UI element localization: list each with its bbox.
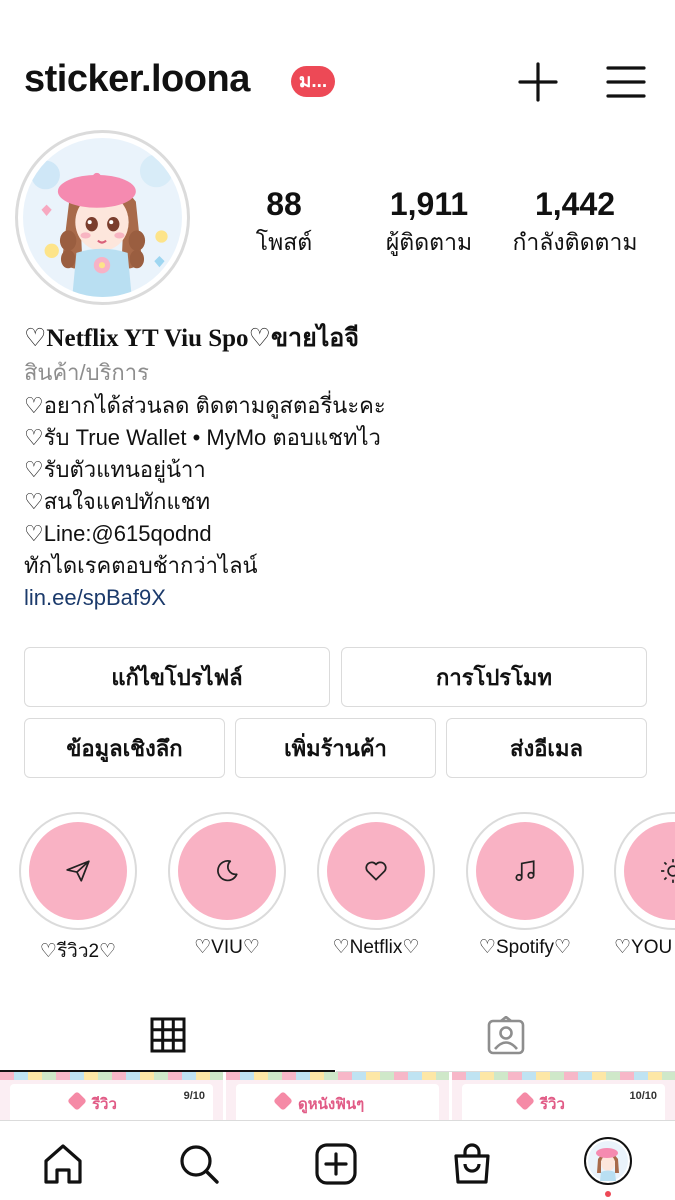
new-post-icon [315, 1143, 357, 1185]
music-note-icon [515, 860, 535, 882]
home-icon [44, 1144, 82, 1184]
highlight-cover [178, 822, 276, 920]
profile-header: sticker.loona ม... [0, 0, 675, 120]
highlight-ring [317, 812, 435, 930]
highlight-ring [19, 812, 137, 930]
bio-link[interactable]: lin.ee/spBaf9X [24, 582, 654, 614]
highlight-spotify[interactable]: ♡Spotify♡ [465, 812, 585, 959]
heart-icon [365, 861, 387, 881]
followers-count-label: ผู้ติดตาม [385, 229, 473, 255]
bio-line: ♡Line:@615qodnd [24, 521, 212, 546]
highlight-label: ♡Spotify♡ [478, 937, 572, 958]
following-count[interactable]: 1,442 กำลังติดตาม [505, 186, 645, 261]
highlight-cover [624, 822, 675, 920]
bio-line: ♡รับตัวแทนอยู่น้าา [24, 457, 206, 482]
profile-activity-dot [605, 1191, 611, 1197]
following-count-value: 1,442 [534, 186, 616, 222]
highlight-youtube[interactable]: ♡YOU [614, 812, 675, 959]
post-page-number: 9/10 [183, 1090, 205, 1102]
moon-icon [217, 860, 238, 882]
email-button[interactable]: ส่งอีเมล [446, 718, 647, 778]
highlight-ring [614, 812, 675, 930]
notification-badge[interactable]: ม... [291, 66, 335, 97]
post-decoration [226, 1072, 449, 1080]
highlight-viu[interactable]: ♡VIU♡ [167, 812, 287, 959]
bio-line: ♡รับ True Wallet • MyMo ตอบแชทไว [24, 425, 381, 450]
nav-shop[interactable] [449, 1141, 495, 1187]
sun-icon [661, 859, 675, 883]
highlight-label: ♡Netflix♡ [332, 937, 420, 958]
edit-profile-button[interactable]: แก้ไขโปรไฟล์ [24, 647, 330, 707]
bio-line: ทักไดเรคตอบช้ากว่าไลน์ [24, 553, 258, 578]
highlight-netflix[interactable]: ♡Netflix♡ [316, 812, 436, 959]
avatar-illustration [23, 138, 182, 297]
bottom-navigation [0, 1120, 675, 1200]
tagged-person-icon [487, 1015, 524, 1054]
post-decoration [452, 1072, 675, 1080]
post-thumbnail[interactable]: ดูหนังฟินๆ [226, 1072, 449, 1120]
highlight-review[interactable]: ♡รีวิว2♡ [18, 812, 138, 966]
hamburger-menu-icon[interactable] [606, 62, 646, 102]
nav-profile-avatar[interactable] [584, 1137, 632, 1185]
post-thumbnail[interactable]: รีวิว 9/10 [0, 1072, 223, 1120]
post-title: รีวิว [92, 1096, 117, 1113]
posts-count-label: โพสต์ [255, 229, 313, 255]
username-title[interactable]: sticker.loona [24, 58, 250, 101]
highlight-ring [466, 812, 584, 930]
post-thumbnail[interactable]: รีวิว 10/10 [452, 1072, 675, 1120]
highlight-ring [168, 812, 286, 930]
profile-avatar[interactable] [15, 130, 190, 305]
search-icon [180, 1145, 219, 1184]
highlight-label: ♡VIU♡ [194, 937, 260, 958]
post-decoration [0, 1072, 223, 1080]
nav-search[interactable] [176, 1141, 222, 1187]
post-page-number: 10/10 [629, 1090, 657, 1102]
nav-home[interactable] [40, 1141, 86, 1187]
add-shop-button[interactable]: เพิ่มร้านค้า [235, 718, 436, 778]
insights-button[interactable]: ข้อมูลเชิงลึก [24, 718, 225, 778]
tab-posts-grid[interactable] [0, 1000, 335, 1072]
highlight-cover [327, 822, 425, 920]
new-post-plus-icon[interactable] [518, 62, 558, 102]
posts-count-value: 88 [266, 186, 302, 222]
bio-line: ♡สนใจแคปทักแชท [24, 489, 211, 514]
followers-count-value: 1,911 [389, 186, 469, 222]
bio-line: ♡อยากได้ส่วนลด ติดตามดูสตอรี่นะคะ [24, 393, 386, 418]
posts-count[interactable]: 88 โพสต์ [244, 186, 324, 261]
shop-icon [454, 1143, 490, 1184]
grid-icon [150, 1017, 185, 1053]
nav-new-post[interactable] [313, 1141, 359, 1187]
followers-count[interactable]: 1,911 ผู้ติดตาม [374, 186, 484, 261]
posts-grid: รีวิว 9/10 ดูหนังฟินๆ รีวิว 10/10 [0, 1072, 675, 1120]
promote-button[interactable]: การโปรโมท [341, 647, 647, 707]
highlight-label: ♡YOU [614, 937, 673, 958]
profile-category: สินค้า/บริการ [24, 360, 149, 385]
tab-tagged[interactable] [336, 1000, 675, 1072]
highlight-cover [476, 822, 574, 920]
display-name: ♡Netflix YT Viu Spo♡ขายไอจี [24, 325, 359, 352]
avatar-illustration [588, 1141, 628, 1181]
profile-tabs [0, 1000, 675, 1072]
paper-plane-icon [66, 860, 90, 882]
highlight-cover [29, 822, 127, 920]
post-title: ดูหนังฟินๆ [298, 1096, 365, 1113]
profile-bio: ♡Netflix YT Viu Spo♡ขายไอจี สินค้า/บริกา… [24, 322, 654, 614]
highlight-label: ♡รีวิว2♡ [39, 941, 117, 962]
post-title: รีวิว [540, 1096, 565, 1113]
following-count-label: กำลังติดตาม [512, 229, 638, 255]
